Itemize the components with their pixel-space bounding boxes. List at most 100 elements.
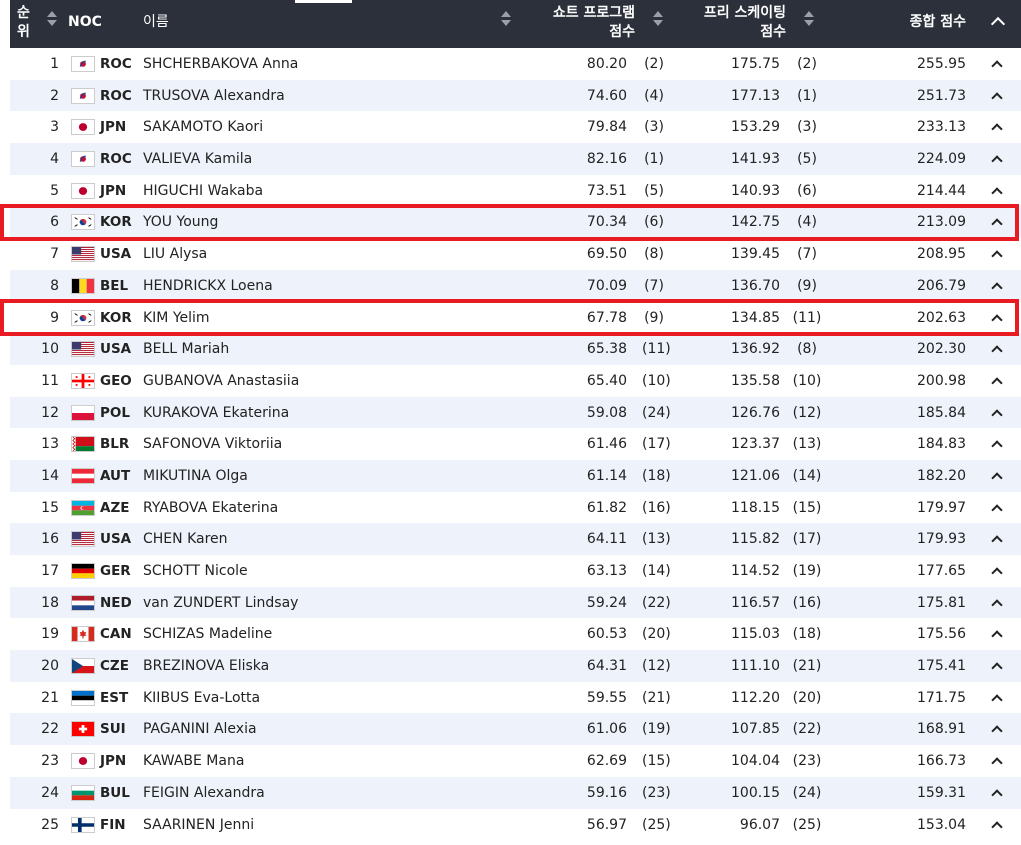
table-row[interactable]: 11 GEO GUBANOVA Anastasiia 65.40 (10) 135.58 (… xyxy=(10,365,1021,397)
chevron-up-icon[interactable] xyxy=(991,218,1003,231)
noc-column-header[interactable]: NOC xyxy=(68,13,102,31)
athlete-name-link[interactable]: YOU Young xyxy=(143,206,218,238)
chevron-up-icon[interactable] xyxy=(991,313,1003,326)
table-row[interactable]: 17 GER SCHOTT Nicole 63.13 (14) 114.52 (19) 177… xyxy=(10,555,1021,587)
table-row[interactable]: 14 AUT MIKUTINA Olga 61.14 (18) 121.06 (14) 182… xyxy=(10,459,1021,492)
athlete-name-link[interactable]: SCHIZAS Madeline xyxy=(143,618,272,650)
chevron-up-icon[interactable] xyxy=(991,662,1003,674)
chevron-up-icon[interactable] xyxy=(991,92,1003,104)
athlete-name-link[interactable]: LIU Alysa xyxy=(143,238,207,270)
chevron-up-icon[interactable] xyxy=(991,789,1003,801)
table-row[interactable]: 15 AZE RYABOVA Ekaterina 61.82 (16) 118.15 (15… xyxy=(10,492,1021,524)
table-row[interactable]: 10 USA BELL Mariah 65.38 (11) 136.92 (8) 202.30 xyxy=(10,333,1021,365)
chevron-up-icon[interactable] xyxy=(990,16,1006,32)
table-row[interactable]: 5 JPN HIGUCHI Wakaba 73.51 (5) 140.93 (6) 214.4… xyxy=(10,175,1021,207)
rank-cell: 22 xyxy=(41,721,59,738)
table-row[interactable]: 6 KOR YOU Young 70.34 (6) 142.75 (4) 213.09 xyxy=(10,206,1021,239)
chevron-up-icon[interactable] xyxy=(991,503,1003,516)
athlete-name-link[interactable]: KIIBUS Eva-Lotta xyxy=(143,682,260,714)
chevron-up-icon[interactable] xyxy=(991,440,1003,452)
table-row[interactable]: 8 BEL HENDRICKX Loena 70.09 (7) 136.70 (9) 206.… xyxy=(10,269,1021,302)
chevron-up-icon[interactable] xyxy=(991,694,1003,706)
rank-column-header[interactable]: 순 위 xyxy=(17,4,30,42)
athlete-name-link[interactable]: BREZINOVA Eliska xyxy=(143,650,269,682)
athlete-name-link[interactable]: HENDRICKX Loena xyxy=(143,270,273,302)
short-program-sort-icon[interactable] xyxy=(653,11,663,27)
flag-icon xyxy=(71,214,95,231)
table-row[interactable]: 9 KOR KIM Yelim 67.78 (9) 134.85 (11) 202.63 xyxy=(10,302,1021,334)
chevron-up-icon[interactable] xyxy=(991,599,1003,611)
chevron-up-icon[interactable] xyxy=(991,345,1003,357)
table-row[interactable]: 13 BLR SAFONOVA Viktoriia 61.46 (17) 123.37 (1… xyxy=(10,428,1021,460)
short-program-rank: (3) xyxy=(644,119,664,136)
chevron-up-icon[interactable] xyxy=(991,282,1003,294)
athlete-name-link[interactable]: SAARINEN Jenni xyxy=(143,809,254,841)
athlete-name-link[interactable]: KAWABE Mana xyxy=(143,745,244,777)
athlete-name-link[interactable]: CHEN Karen xyxy=(143,523,228,555)
athlete-name-link[interactable]: SAKAMOTO Kaori xyxy=(143,111,263,143)
free-skating-column-header[interactable]: 프리 스케이팅 점수 xyxy=(670,4,786,42)
chevron-up-icon[interactable] xyxy=(991,408,1003,421)
table-row[interactable]: 7 USA LIU Alysa 69.50 (8) 139.45 (7) 208.95 xyxy=(10,238,1021,270)
athlete-name-link[interactable]: van ZUNDERT Lindsay xyxy=(143,587,298,619)
chevron-up-icon[interactable] xyxy=(991,725,1003,738)
total-score-column-header[interactable]: 종합 점수 xyxy=(870,13,966,31)
chevron-up-icon[interactable] xyxy=(991,123,1003,136)
short-program-column-header[interactable]: 쇼트 프로그램 점수 xyxy=(520,4,635,42)
short-program-score: 59.24 xyxy=(586,594,627,611)
table-row[interactable]: 2 ROC TRUSOVA Alexandra 74.60 (4) 177.13 (1) 25… xyxy=(10,79,1021,112)
chevron-up-icon[interactable] xyxy=(991,535,1003,547)
athlete-name-link[interactable]: SCHOTT Nicole xyxy=(143,555,248,587)
athlete-name-link[interactable]: RYABOVA Ekaterina xyxy=(143,492,278,524)
table-row[interactable]: 20 CZE BREZINOVA Eliska 64.31 (12) 111.10 (21)… xyxy=(10,650,1021,682)
short-program-score: 61.46 xyxy=(586,436,627,453)
total-score: 175.81 xyxy=(917,594,966,611)
athlete-name-link[interactable]: SHCHERBAKOVA Anna xyxy=(143,48,298,80)
rank-sort-icon[interactable] xyxy=(47,11,57,27)
athlete-name-link[interactable]: VALIEVA Kamila xyxy=(143,143,252,175)
free-skating-sort-icon[interactable] xyxy=(804,11,814,27)
chevron-up-icon[interactable] xyxy=(991,155,1003,167)
athlete-name-link[interactable]: MIKUTINA Olga xyxy=(143,460,248,492)
table-row[interactable]: 12 POL KURAKOVA Ekaterina 59.08 (24) 126.76 (1… xyxy=(10,396,1021,429)
table-row[interactable]: 21 EST KIIBUS Eva-Lotta 59.55 (21) 112.20 (20)… xyxy=(10,682,1021,714)
chevron-up-icon[interactable] xyxy=(991,820,1003,833)
athlete-name-link[interactable]: PAGANINI Alexia xyxy=(143,713,257,745)
athlete-name-link[interactable]: BELL Mariah xyxy=(143,333,229,365)
athlete-name-link[interactable]: FEIGIN Alexandra xyxy=(143,777,265,809)
noc-cell: BEL xyxy=(100,277,129,294)
table-row[interactable]: 3 JPN SAKAMOTO Kaori 79.84 (3) 153.29 (3) 233.1… xyxy=(10,111,1021,143)
table-row[interactable]: 18 NED van ZUNDERT Lindsay 59.24 (22) 116.57 (… xyxy=(10,586,1021,619)
athlete-name-link[interactable]: HIGUCHI Wakaba xyxy=(143,175,263,207)
athlete-name-link[interactable]: TRUSOVA Alexandra xyxy=(143,80,285,112)
chevron-up-icon[interactable] xyxy=(991,250,1003,262)
flag-icon xyxy=(71,594,95,611)
chevron-up-icon[interactable] xyxy=(991,60,1003,72)
athlete-name-link[interactable]: SAFONOVA Viktoriia xyxy=(143,428,282,460)
table-row[interactable]: 1 ROC SHCHERBAKOVA Anna 80.20 (2) 175.75 (2) 25… xyxy=(10,48,1021,80)
free-skating-score: 111.10 xyxy=(731,658,780,675)
name-column-header[interactable]: 이름 xyxy=(143,13,169,31)
short-program-score: 74.60 xyxy=(586,87,627,104)
table-row[interactable]: 25 FIN SAARINEN Jenni 56.97 (25) 96.07 (25) 153… xyxy=(10,809,1021,841)
table-row[interactable]: 16 USA CHEN Karen 64.11 (13) 115.82 (17) 179.93 xyxy=(10,523,1021,555)
table-row[interactable]: 24 BUL FEIGIN Alexandra 59.16 (23) 100.15 (24)… xyxy=(10,776,1021,809)
noc-cell: GEO xyxy=(100,372,132,389)
table-row[interactable]: 19 CAN SCHIZAS Madeline 60.53 (20) 115.03 (18)… xyxy=(10,618,1021,650)
chevron-up-icon[interactable] xyxy=(991,630,1003,643)
noc-cell: ROC xyxy=(100,56,132,72)
athlete-name-link[interactable]: GUBANOVA Anastasiia xyxy=(143,365,299,397)
chevron-up-icon[interactable] xyxy=(991,472,1003,484)
chevron-up-icon[interactable] xyxy=(991,757,1003,769)
free-skating-score: 141.93 xyxy=(731,151,780,168)
table-row[interactable]: 23 JPN KAWABE Mana 62.69 (15) 104.04 (23) 166.7… xyxy=(10,745,1021,777)
chevron-up-icon[interactable] xyxy=(991,187,1003,199)
athlete-name-link[interactable]: KURAKOVA Ekaterina xyxy=(143,397,289,429)
athlete-name-link[interactable]: KIM Yelim xyxy=(143,302,210,334)
chevron-up-icon[interactable] xyxy=(991,377,1003,389)
chevron-up-icon[interactable] xyxy=(991,567,1003,579)
table-row[interactable]: 4 ROC VALIEVA Kamila 82.16 (1) 141.93 (5) 224.0… xyxy=(10,143,1021,175)
free-skating-rank: (5) xyxy=(797,151,817,168)
name-sort-icon[interactable] xyxy=(501,11,511,27)
table-row[interactable]: 22 SUI PAGANINI Alexia 61.06 (19) 107.85 (22) 1… xyxy=(10,713,1021,746)
